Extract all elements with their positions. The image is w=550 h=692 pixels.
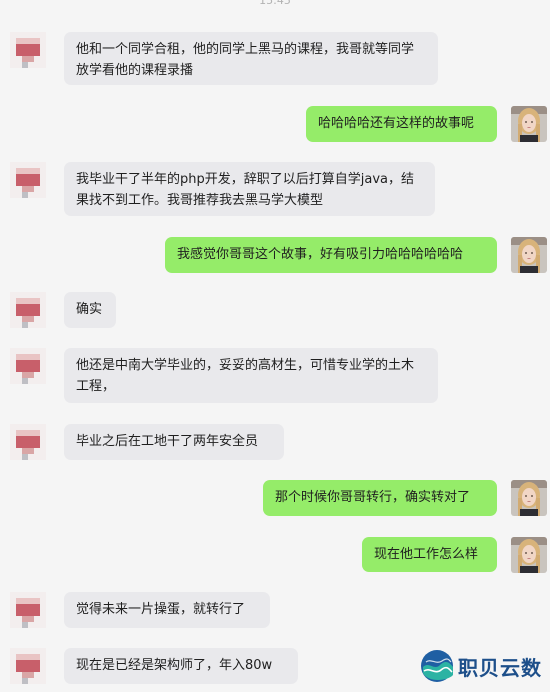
user-portrait-icon	[511, 537, 547, 573]
message-bubble[interactable]: 那个时候你哥哥转行，确实转对了	[263, 480, 497, 516]
pixelated-avatar-icon	[10, 648, 46, 684]
message-bubble[interactable]: 现在是已经是架构师了，年入80w	[64, 648, 298, 684]
avatar-right[interactable]	[511, 537, 547, 573]
message-bubble[interactable]: 确实	[64, 292, 116, 328]
message-bubble[interactable]: 我感觉你哥哥这个故事，好有吸引力哈哈哈哈哈哈	[165, 237, 497, 273]
avatar-left[interactable]	[10, 162, 46, 198]
message-bubble[interactable]: 他和一个同学合租，他的同学上黑马的课程，我哥就等同学放学看他的课程录播	[64, 32, 438, 85]
message-bubble[interactable]: 现在他工作怎么样	[362, 537, 497, 572]
avatar-right[interactable]	[511, 106, 547, 142]
avatar-left[interactable]	[10, 32, 46, 68]
pixelated-avatar-icon	[10, 32, 46, 68]
pixelated-avatar-icon	[10, 424, 46, 460]
avatar-right[interactable]	[511, 237, 547, 273]
user-portrait-icon	[511, 237, 547, 273]
user-portrait-icon	[511, 480, 547, 516]
wave-globe-icon	[421, 650, 453, 682]
message-bubble[interactable]: 我毕业干了半年的php开发，辞职了以后打算自学java，结果找不到工作。我哥推荐…	[64, 162, 435, 216]
message-bubble[interactable]: 他还是中南大学毕业的，妥妥的高材生，可惜专业学的土木工程，	[64, 348, 438, 403]
user-portrait-icon	[511, 106, 547, 142]
message-bubble[interactable]: 觉得未来一片操蛋，就转行了	[64, 592, 270, 628]
message-bubble[interactable]: 哈哈哈哈还有这样的故事呢	[306, 106, 497, 142]
pixelated-avatar-icon	[10, 592, 46, 628]
timestamp: 15:45	[259, 0, 291, 7]
avatar-left[interactable]	[10, 292, 46, 328]
watermark-logo: 职贝云数	[420, 646, 550, 686]
avatar-left[interactable]	[10, 424, 46, 460]
avatar-left[interactable]	[10, 348, 46, 384]
pixelated-avatar-icon	[10, 162, 46, 198]
avatar-right[interactable]	[511, 480, 547, 516]
avatar-left[interactable]	[10, 592, 46, 628]
avatar-left[interactable]	[10, 648, 46, 684]
pixelated-avatar-icon	[10, 348, 46, 384]
pixelated-avatar-icon	[10, 292, 46, 328]
watermark-text: 职贝云数	[458, 655, 542, 680]
chat-window[interactable]: 15:45 他和一个同学合租，他的同学上黑马的课程，我哥就等同学放学看他的课程录…	[0, 0, 550, 692]
message-bubble[interactable]: 毕业之后在工地干了两年安全员	[64, 424, 284, 460]
